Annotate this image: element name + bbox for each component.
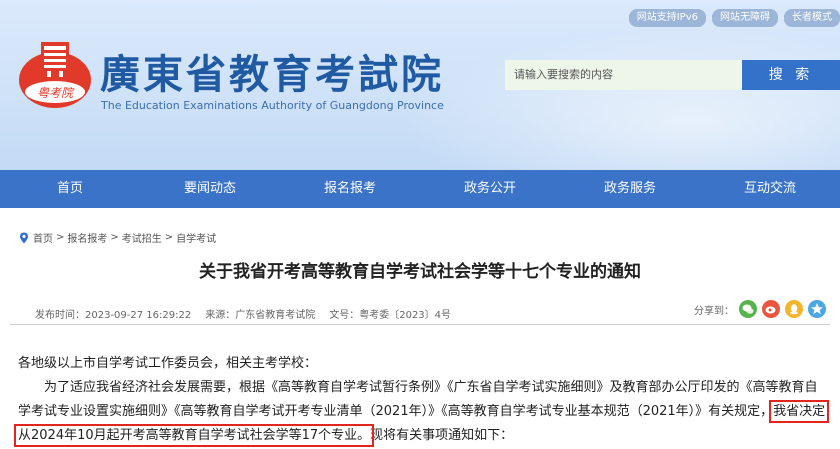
wechat-icon[interactable] xyxy=(739,300,757,318)
breadcrumb-separator: > xyxy=(164,232,174,243)
body-paragraph: 为了适应我省经济社会发展需要，根据《高等教育自学考试暂行条例》《广东省自学考试实… xyxy=(13,376,830,448)
logo-title[interactable]: 廣東省教育考試院 xyxy=(100,42,444,100)
breadcrumb-home[interactable]: 首页 xyxy=(33,230,53,245)
article-source: 来源：广东省教育考试院 xyxy=(205,310,316,321)
qzone-icon[interactable] xyxy=(808,300,826,318)
main-nav: 首页 要闻动态 报名报考 政务公开 政务服务 互动交流 xyxy=(0,170,840,208)
ipv6-link[interactable]: 网站支持IPv6 xyxy=(628,9,706,27)
nav-news[interactable]: 要闻动态 xyxy=(140,170,280,208)
top-links: 网站支持IPv6 网站无障碍 长者模式 xyxy=(628,9,840,27)
share-bar: 分享到： xyxy=(694,300,826,318)
search-input[interactable]: 请输入要搜索的内容 xyxy=(505,60,742,90)
document-number: 文号：粤考委〔2023〕4号 xyxy=(329,310,452,321)
breadcrumb-registration[interactable]: 报名报考 xyxy=(67,230,107,245)
article-meta: 发布时间：2023-09-27 16:29:22 来源：广东省教育考试院 文号：… xyxy=(35,306,451,321)
search-button[interactable]: 搜 索 xyxy=(742,60,840,90)
publish-date: 发布时间：2023-09-27 16:29:22 xyxy=(35,310,192,321)
elder-mode-link[interactable]: 长者模式 xyxy=(784,9,840,27)
svg-text:粤考院: 粤考院 xyxy=(37,86,75,100)
breadcrumb-self-study[interactable]: 自学考试 xyxy=(176,230,216,245)
nav-gov-affairs[interactable]: 政务公开 xyxy=(420,170,560,208)
qq-icon[interactable] xyxy=(785,300,803,318)
article-body: 各地级以上市自学考试工作委员会，相关主考学校： 为了适应我省经济社会发展需要，根… xyxy=(13,352,830,448)
nav-home[interactable]: 首页 xyxy=(0,170,140,208)
accessibility-link[interactable]: 网站无障碍 xyxy=(712,9,778,27)
greeting: 各地级以上市自学考试工作委员会，相关主考学校： xyxy=(18,356,318,371)
share-label: 分享到： xyxy=(694,305,734,317)
nav-gov-service[interactable]: 政务服务 xyxy=(560,170,700,208)
meta-divider xyxy=(10,324,830,325)
paragraph-text-end: 现将有关事项通知如下： xyxy=(370,428,514,443)
breadcrumb-exams[interactable]: 考试招生 xyxy=(122,230,162,245)
site-header: 网站支持IPv6 网站无障碍 长者模式 粤考院 廣東省教育考試院 The Edu… xyxy=(0,0,840,170)
paragraph-text: 为了适应我省经济社会发展需要，根据《高等教育自学考试暂行条例》《广东省自学考试实… xyxy=(18,380,818,419)
breadcrumb: 首页 > 报名报考 > 考试招生 > 自学考试 xyxy=(18,230,216,245)
logo-subtitle: The Education Examinations Authority of … xyxy=(101,99,444,112)
location-pin-icon xyxy=(20,232,28,243)
article-title: 关于我省开考高等教育自学考试社会学等十七个专业的通知 xyxy=(199,262,641,282)
breadcrumb-separator: > xyxy=(110,232,119,243)
weibo-icon[interactable] xyxy=(762,300,780,318)
logo-seal-icon: 粤考院 xyxy=(19,42,91,108)
nav-interaction[interactable]: 互动交流 xyxy=(700,170,840,208)
breadcrumb-separator: > xyxy=(56,232,65,243)
nav-registration[interactable]: 报名报考 xyxy=(280,170,420,208)
